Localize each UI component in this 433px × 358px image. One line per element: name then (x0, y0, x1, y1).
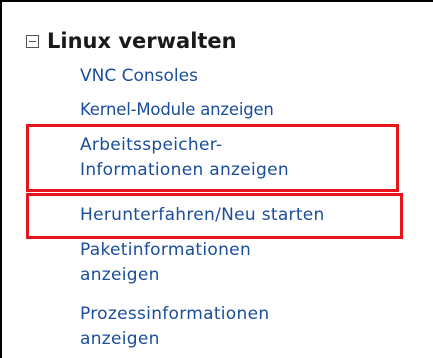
package-info-line2: anzeigen (80, 265, 160, 285)
package-info-line1: Paketinformationen (80, 240, 252, 260)
section-header[interactable]: Linux verwalten (26, 26, 237, 56)
collapse-icon[interactable] (26, 34, 39, 48)
section-title: Linux verwalten (47, 29, 237, 53)
process-info-link[interactable]: Prozessinformationen anzeigen (80, 302, 269, 352)
linux-admin-panel: Linux verwalten VNC Consoles Kernel-Modu… (0, 0, 433, 358)
shutdown-restart-link[interactable]: Herunterfahren/Neu starten (80, 203, 325, 228)
package-info-link[interactable]: Paketinformationen anzeigen (80, 238, 251, 288)
kernel-modules-link[interactable]: Kernel-Module anzeigen (80, 97, 274, 122)
memory-info-link[interactable]: Arbeitsspeicher- Informationen anzeigen (80, 133, 289, 183)
process-info-line1: Prozessinformationen (80, 304, 270, 324)
process-info-line2: anzeigen (80, 329, 160, 349)
memory-info-line1: Arbeitsspeicher- (80, 135, 223, 155)
memory-info-line2: Informationen anzeigen (80, 160, 289, 180)
vnc-consoles-link[interactable]: VNC Consoles (80, 64, 198, 89)
